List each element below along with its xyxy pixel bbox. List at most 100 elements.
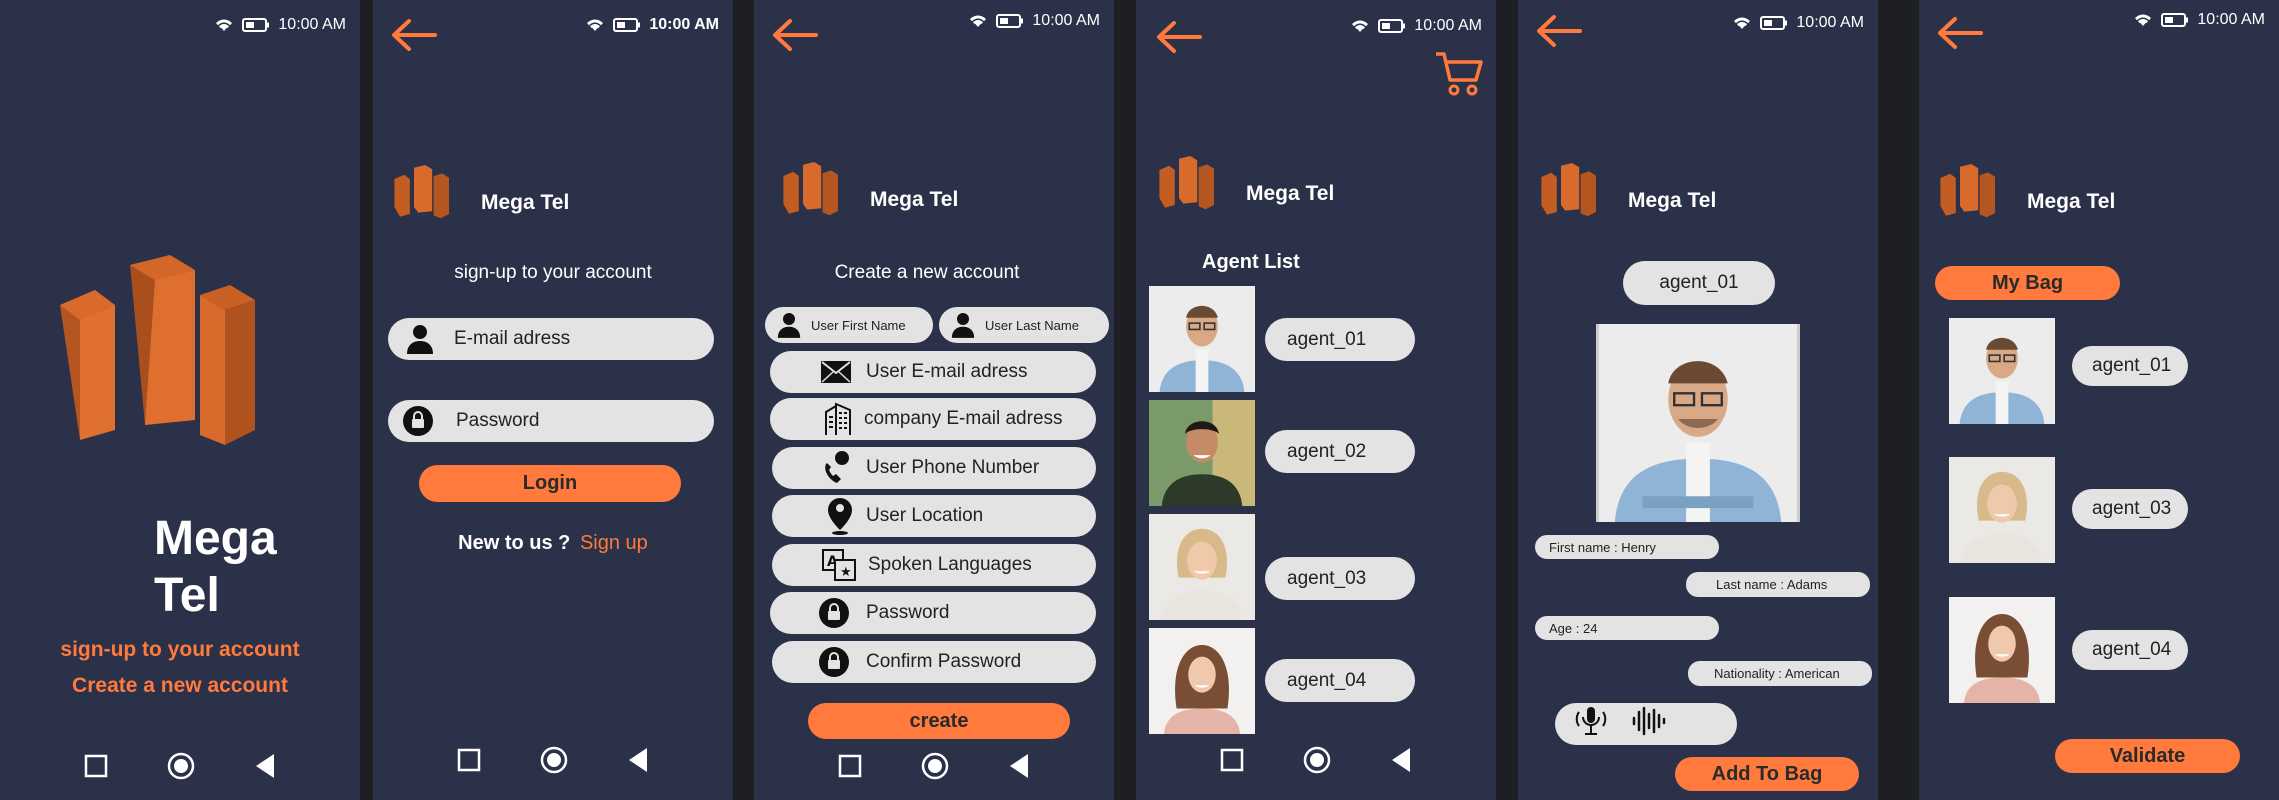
wifi-icon [968, 13, 988, 29]
agent-name-badge: agent_01 [1623, 261, 1775, 305]
recent-apps-icon[interactable] [838, 754, 862, 783]
sound-wave-icon [1631, 704, 1667, 744]
confirm-password-placeholder: Confirm Password [866, 651, 1022, 672]
home-icon[interactable] [920, 751, 950, 786]
agent-item-2[interactable]: agent_02 [1265, 430, 1415, 473]
validate-button[interactable]: Validate [2055, 739, 2240, 773]
svg-text:★: ★ [840, 565, 852, 580]
user-icon [406, 324, 434, 354]
user-icon [777, 312, 801, 338]
home-icon[interactable] [1302, 745, 1332, 780]
login-screen: 10:00 AM Mega Tel sign-up to your accoun… [373, 0, 733, 800]
create-account-link[interactable]: Create a new account [0, 674, 360, 698]
brand-header: Mega Tel [1540, 163, 1716, 238]
register-screen: 10:00 AM Mega Tel Create a new account U… [754, 0, 1114, 800]
back-arrow-icon[interactable] [1534, 14, 1582, 48]
first-name-field[interactable]: User First Name [765, 307, 933, 343]
brand-logo-icon [393, 165, 463, 240]
status-bar: 10:00 AM [2133, 11, 2265, 29]
back-arrow-icon[interactable] [770, 18, 818, 52]
home-icon[interactable] [539, 745, 569, 780]
password-placeholder: Password [456, 410, 540, 431]
cart-icon[interactable] [1434, 50, 1484, 103]
back-nav-icon[interactable] [627, 747, 649, 778]
first-name-placeholder: User First Name [811, 317, 906, 333]
agent-item-1[interactable]: agent_01 [1265, 318, 1415, 361]
signup-link[interactable]: Sign up [580, 532, 648, 554]
home-icon[interactable] [166, 751, 196, 786]
login-button[interactable]: Login [419, 465, 681, 502]
wifi-icon [214, 17, 234, 33]
bag-agent-item-2[interactable]: agent_03 [2072, 489, 2188, 529]
status-time: 10:00 AM [649, 16, 719, 33]
email-placeholder: User E-mail adress [866, 361, 1028, 382]
back-nav-icon[interactable] [1390, 747, 1412, 778]
password-field[interactable]: Password [770, 592, 1096, 634]
bag-agent-item-3[interactable]: agent_04 [2072, 630, 2188, 670]
age-label: Age : 24 [1535, 616, 1719, 640]
languages-field[interactable]: A ★ Spoken Languages [772, 544, 1096, 586]
location-placeholder: User Location [866, 505, 984, 526]
brand-name: Mega Tel [481, 190, 570, 214]
bag-agent-photo-3[interactable] [1949, 597, 2055, 703]
email-placeholder: E-mail adress [454, 328, 571, 349]
wifi-icon [2133, 12, 2153, 28]
agent-name: agent_01 [2092, 355, 2172, 376]
agent-item-3[interactable]: agent_03 [1265, 557, 1415, 600]
agent-list-screen: 10:00 AM Mega Tel Agent List agent_01 ag… [1136, 0, 1496, 800]
agent-photo-3[interactable] [1149, 514, 1255, 620]
brand-logo-icon [1158, 156, 1228, 231]
brand-logo-icon [1939, 164, 2009, 239]
agent-name: agent_04 [2092, 639, 2172, 660]
company-email-field[interactable]: company E-mail adress [770, 398, 1096, 440]
location-pin-icon [826, 497, 854, 535]
location-field[interactable]: User Location [772, 495, 1096, 537]
brand-header: Mega Tel [782, 162, 958, 237]
bag-agent-photo-1[interactable] [1949, 318, 2055, 424]
status-bar: 10:00 AM [1732, 14, 1864, 32]
agent-name: agent_03 [1287, 567, 1367, 589]
add-to-bag-button[interactable]: Add To Bag [1675, 757, 1859, 791]
agent-photo-1[interactable] [1149, 286, 1255, 392]
last-name-placeholder: User Last Name [985, 317, 1079, 333]
nav-bar [0, 751, 360, 786]
lock-icon [818, 597, 850, 629]
back-arrow-icon[interactable] [1154, 20, 1202, 54]
agent-photo-2[interactable] [1149, 400, 1255, 506]
email-field[interactable]: User E-mail adress [770, 351, 1096, 393]
confirm-password-field[interactable]: Confirm Password [772, 641, 1096, 683]
signup-link[interactable]: sign-up to your account [0, 638, 360, 662]
back-arrow-icon[interactable] [389, 18, 437, 52]
agent-name: agent_01 [1659, 272, 1739, 293]
password-field[interactable]: Password [388, 400, 714, 442]
recent-apps-icon[interactable] [457, 748, 481, 777]
new-to-us-text: New to us ? [458, 532, 571, 554]
bag-agent-photo-2[interactable] [1949, 457, 2055, 563]
voice-player[interactable] [1555, 703, 1737, 745]
microphone-icon[interactable] [1573, 704, 1609, 744]
brand-header: Mega Tel [1939, 164, 2115, 239]
brand-line-2: Tel [154, 569, 220, 622]
battery-icon [1760, 15, 1788, 31]
last-name-field[interactable]: User Last Name [939, 307, 1109, 343]
languages-placeholder: Spoken Languages [868, 554, 1032, 575]
agent-name: agent_03 [2092, 498, 2172, 519]
wifi-icon [585, 17, 605, 33]
back-nav-icon[interactable] [254, 753, 276, 784]
nationality-label: Nationality : American [1688, 661, 1872, 686]
brand-name: Mega Tel [870, 187, 959, 211]
password-placeholder: Password [866, 602, 950, 623]
email-field[interactable]: E-mail adress [388, 318, 714, 360]
translate-icon: A ★ [822, 549, 856, 581]
back-nav-icon[interactable] [1008, 753, 1030, 784]
agent-detail-screen: 10:00 AM Mega Tel agent_01 First name : … [1518, 0, 1878, 800]
recent-apps-icon[interactable] [84, 754, 108, 783]
agent-item-4[interactable]: agent_04 [1265, 659, 1415, 702]
battery-icon [2161, 12, 2189, 28]
recent-apps-icon[interactable] [1220, 748, 1244, 777]
agent-photo-4[interactable] [1149, 628, 1255, 734]
back-arrow-icon[interactable] [1935, 16, 1983, 50]
create-button[interactable]: create [808, 703, 1070, 739]
bag-agent-item-1[interactable]: agent_01 [2072, 346, 2188, 386]
phone-field[interactable]: User Phone Number [772, 447, 1096, 489]
